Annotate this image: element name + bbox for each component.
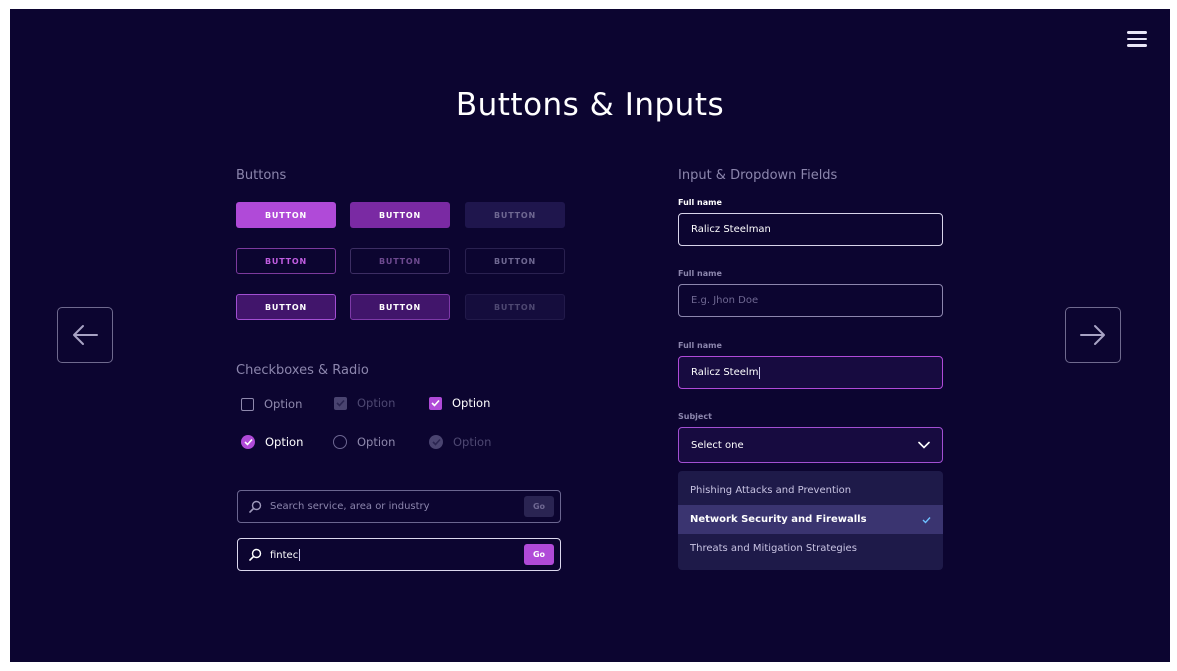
- radio-checked-disabled[interactable]: Option: [429, 435, 491, 449]
- button-primary-hover[interactable]: BUTTON: [350, 202, 450, 228]
- checkbox-label: Option: [357, 396, 396, 410]
- dropdown-menu: Phishing Attacks and Prevention Network …: [678, 471, 943, 570]
- dropdown-selected: Select one: [691, 439, 744, 451]
- checkbox-checked-disabled[interactable]: Option: [334, 396, 395, 410]
- radio-label: Option: [265, 435, 304, 449]
- radio-circle[interactable]: [333, 435, 347, 449]
- full-name-field-focused[interactable]: Ralicz Steelm: [678, 356, 943, 389]
- dropdown-label: Subject: [678, 412, 712, 421]
- text-caret: [299, 548, 301, 561]
- check-icon: [922, 516, 931, 524]
- button-outline-disabled[interactable]: BUTTON: [465, 248, 565, 274]
- check-icon: [431, 399, 440, 407]
- checkbox-box[interactable]: [429, 396, 442, 410]
- dropdown-option-label: Network Security and Firewalls: [690, 514, 867, 525]
- button-tonal-hover[interactable]: BUTTON: [350, 294, 450, 320]
- checkbox-label: Option: [264, 397, 303, 411]
- radio-checked[interactable]: Option: [241, 435, 303, 449]
- button-primary-disabled[interactable]: BUTTON: [465, 202, 565, 228]
- search-input[interactable]: Search service, area or industry: [270, 501, 524, 512]
- search-bar-empty[interactable]: Search service, area or industry Go: [237, 490, 561, 523]
- button-outline-hover[interactable]: BUTTON: [350, 248, 450, 274]
- checkbox-section-label: Checkboxes & Radio: [236, 363, 369, 378]
- search-icon: [249, 500, 262, 513]
- button-tonal[interactable]: BUTTON: [236, 294, 336, 320]
- checkbox-box[interactable]: [241, 397, 254, 411]
- next-button[interactable]: [1065, 307, 1121, 363]
- hamburger-icon[interactable]: [1127, 31, 1147, 47]
- field-label: Full name: [678, 198, 722, 207]
- arrow-right-icon: [1080, 325, 1105, 345]
- chevron-down-icon: [918, 441, 930, 449]
- search-bar-filled[interactable]: fintec Go: [237, 538, 561, 571]
- arrow-left-icon: [73, 325, 98, 345]
- field-label: Full name: [678, 341, 722, 350]
- button-primary-filled[interactable]: BUTTON: [236, 202, 336, 228]
- field-value: Ralicz Steelm: [691, 367, 759, 378]
- canvas: Buttons & Inputs Buttons BUTTON BUTTON B…: [10, 9, 1170, 662]
- search-value: fintec: [270, 549, 299, 561]
- subject-dropdown[interactable]: Select one: [678, 427, 943, 463]
- checkbox-label: Option: [452, 396, 491, 410]
- dropdown-option-highlighted[interactable]: Network Security and Firewalls: [678, 505, 943, 534]
- checkbox-unchecked[interactable]: Option: [241, 397, 302, 411]
- inputs-section-label: Input & Dropdown Fields: [678, 168, 838, 183]
- search-icon: [249, 548, 262, 561]
- dropdown-option[interactable]: Phishing Attacks and Prevention: [678, 476, 943, 505]
- button-tonal-disabled[interactable]: BUTTON: [465, 294, 565, 320]
- radio-label: Option: [453, 435, 492, 449]
- field-label: Full name: [678, 269, 722, 278]
- check-icon: [336, 399, 345, 407]
- buttons-section-label: Buttons: [236, 168, 287, 183]
- text-caret: [759, 366, 761, 379]
- radio-circle[interactable]: [429, 435, 443, 449]
- go-button[interactable]: Go: [524, 544, 554, 565]
- check-icon: [243, 438, 253, 446]
- full-name-field-empty[interactable]: E.g. Jhon Doe: [678, 284, 943, 317]
- full-name-field-filled[interactable]: Ralicz Steelman: [678, 213, 943, 246]
- check-icon: [431, 438, 441, 446]
- dropdown-option[interactable]: Threats and Mitigation Strategies: [678, 534, 943, 563]
- button-outline[interactable]: BUTTON: [236, 248, 336, 274]
- checkbox-box[interactable]: [334, 396, 347, 410]
- checkbox-checked[interactable]: Option: [429, 396, 490, 410]
- radio-unchecked[interactable]: Option: [333, 435, 395, 449]
- prev-button[interactable]: [57, 307, 113, 363]
- go-button[interactable]: Go: [524, 496, 554, 517]
- page-title: Buttons & Inputs: [455, 87, 725, 123]
- search-input[interactable]: fintec: [270, 548, 524, 561]
- radio-label: Option: [357, 435, 396, 449]
- radio-circle[interactable]: [241, 435, 255, 449]
